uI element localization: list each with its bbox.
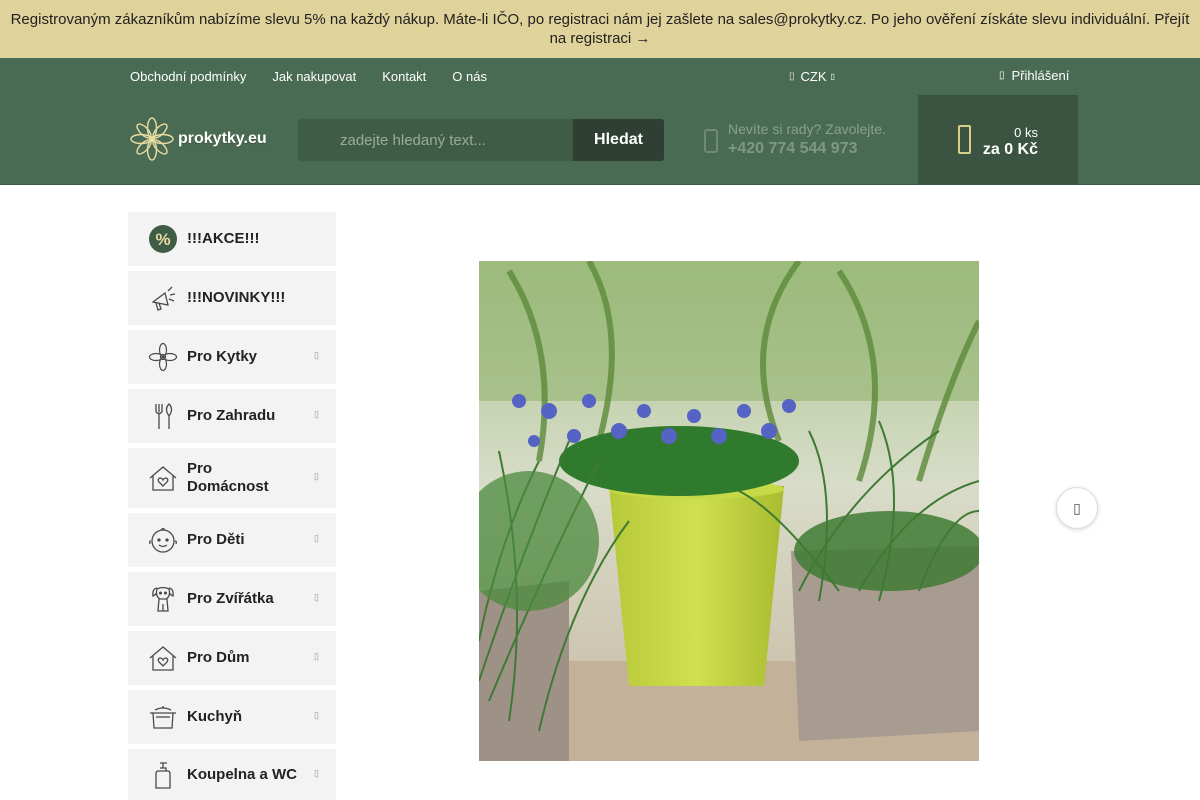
- promo-banner[interactable]: Registrovaným zákazníkům nabízíme slevu …: [0, 0, 1200, 58]
- logo-text: prokytky.eu: [178, 130, 267, 147]
- soap-dispenser-icon: [148, 760, 178, 790]
- shopping-bag-icon: [958, 125, 971, 154]
- login-link[interactable]: ▯ Přihlášení: [999, 58, 1069, 93]
- dog-icon: [148, 584, 178, 614]
- sidebar-item-novinky[interactable]: !!!NOVINKY!!!: [128, 271, 336, 325]
- login-label: Přihlášení: [1011, 68, 1070, 83]
- sidebar-item-label: Pro Dům: [187, 649, 250, 666]
- chevron-right-icon: ▯: [314, 350, 319, 360]
- carousel-next-button[interactable]: ▯: [1056, 487, 1098, 529]
- megaphone-icon: [148, 283, 178, 313]
- baby-face-icon: [148, 525, 178, 555]
- search-input[interactable]: [298, 119, 573, 161]
- currency-selector[interactable]: ▯ CZK ▯: [789, 58, 835, 95]
- sidebar-item-pro-dum[interactable]: Pro Dům ▯: [128, 631, 336, 685]
- chevron-right-icon: ▯: [1073, 499, 1081, 516]
- svg-text:%: %: [155, 230, 170, 249]
- sidebar-item-label: Kuchyň: [187, 708, 243, 725]
- chevron-right-icon: ▯: [314, 710, 319, 720]
- sidebar-item-pro-zviratka[interactable]: Pro Zvířátka ▯: [128, 572, 336, 626]
- chevron-right-icon: ▯: [314, 767, 319, 778]
- cart-button[interactable]: 0 ks za 0 Kč: [918, 95, 1078, 185]
- nav-link-contact[interactable]: Kontakt: [382, 69, 426, 84]
- logo-flower-icon: [130, 117, 174, 161]
- sidebar-item-pro-kytky[interactable]: Pro Kytky ▯: [128, 330, 336, 384]
- house-heart-icon: [148, 463, 178, 493]
- sidebar-item-label: Pro Děti: [187, 531, 245, 548]
- sidebar-item-label: Koupelna a WC: [187, 765, 298, 783]
- sidebar-item-pro-zahradu[interactable]: Pro Zahradu ▯: [128, 389, 336, 443]
- phone-icon: [704, 128, 718, 153]
- search-button[interactable]: Hledat: [573, 119, 664, 161]
- header: prokytky.eu Hledat Nevíte si rady? Zavol…: [0, 95, 1200, 185]
- help-text: Nevíte si rady? Zavolejte.: [728, 121, 886, 137]
- phone-number[interactable]: +420 774 544 973: [728, 138, 886, 160]
- chevron-right-icon: ▯: [314, 471, 319, 481]
- sidebar-item-label: Pro Zvířátka: [187, 590, 274, 607]
- top-bar: Obchodní podmínky Jak nakupovat Kontakt …: [0, 58, 1200, 95]
- sidebar-item-kuchyn[interactable]: Kuchyň ▯: [128, 690, 336, 744]
- hero-banner-image[interactable]: [479, 261, 979, 761]
- sidebar-item-label: Pro Zahradu: [187, 407, 276, 424]
- garden-tools-icon: [148, 401, 178, 431]
- sidebar-item-akce[interactable]: % !!!AKCE!!!: [128, 212, 336, 266]
- nav-link-about[interactable]: O nás: [452, 69, 487, 84]
- promo-text[interactable]: Registrovaným zákazníkům nabízíme slevu …: [11, 11, 1190, 47]
- percent-badge-icon: %: [148, 224, 178, 254]
- plant-pots-photo: [479, 261, 979, 761]
- sidebar-item-label: Pro Domácnost: [187, 460, 269, 495]
- sidebar-item-label: Pro Kytky: [187, 348, 258, 365]
- cooking-pot-icon: [148, 702, 178, 732]
- sidebar-item-pro-domacnost[interactable]: Pro Domácnost ▯: [128, 448, 336, 508]
- sidebar-item-label: !!!NOVINKY!!!: [187, 289, 286, 306]
- sidebar-item-koupelna-wc[interactable]: Koupelna a WC ▯: [128, 749, 336, 800]
- house-heart-icon: [148, 643, 178, 673]
- flower-icon: [148, 342, 178, 372]
- cart-count: 0 ks: [1014, 125, 1038, 140]
- chevron-right-icon: ▯: [314, 592, 319, 602]
- chevron-down-icon: ▯: [830, 72, 835, 81]
- search-form: Hledat: [298, 119, 664, 161]
- chevron-right-icon: ▯: [314, 533, 319, 543]
- phone-contact: Nevíte si rady? Zavolejte. +420 774 544 …: [704, 121, 886, 160]
- currency-icon: ▯: [789, 71, 795, 82]
- sidebar-item-pro-deti[interactable]: Pro Děti ▯: [128, 513, 336, 567]
- chevron-right-icon: ▯: [314, 651, 319, 661]
- chevron-right-icon: ▯: [314, 409, 319, 419]
- site-logo[interactable]: prokytky.eu: [130, 117, 267, 161]
- nav-link-how-to-shop[interactable]: Jak nakupovat: [272, 69, 356, 84]
- top-navigation: Obchodní podmínky Jak nakupovat Kontakt …: [130, 58, 513, 95]
- cart-total: za 0 Kč: [982, 141, 1038, 158]
- currency-label: CZK: [800, 69, 827, 84]
- nav-link-terms[interactable]: Obchodní podmínky: [130, 69, 246, 84]
- sidebar-item-label: !!!AKCE!!!: [187, 230, 260, 247]
- user-icon: ▯: [999, 70, 1005, 81]
- category-sidebar: % !!!AKCE!!! !!!NOVINKY!!! Pro Kytky ▯ P…: [128, 212, 336, 800]
